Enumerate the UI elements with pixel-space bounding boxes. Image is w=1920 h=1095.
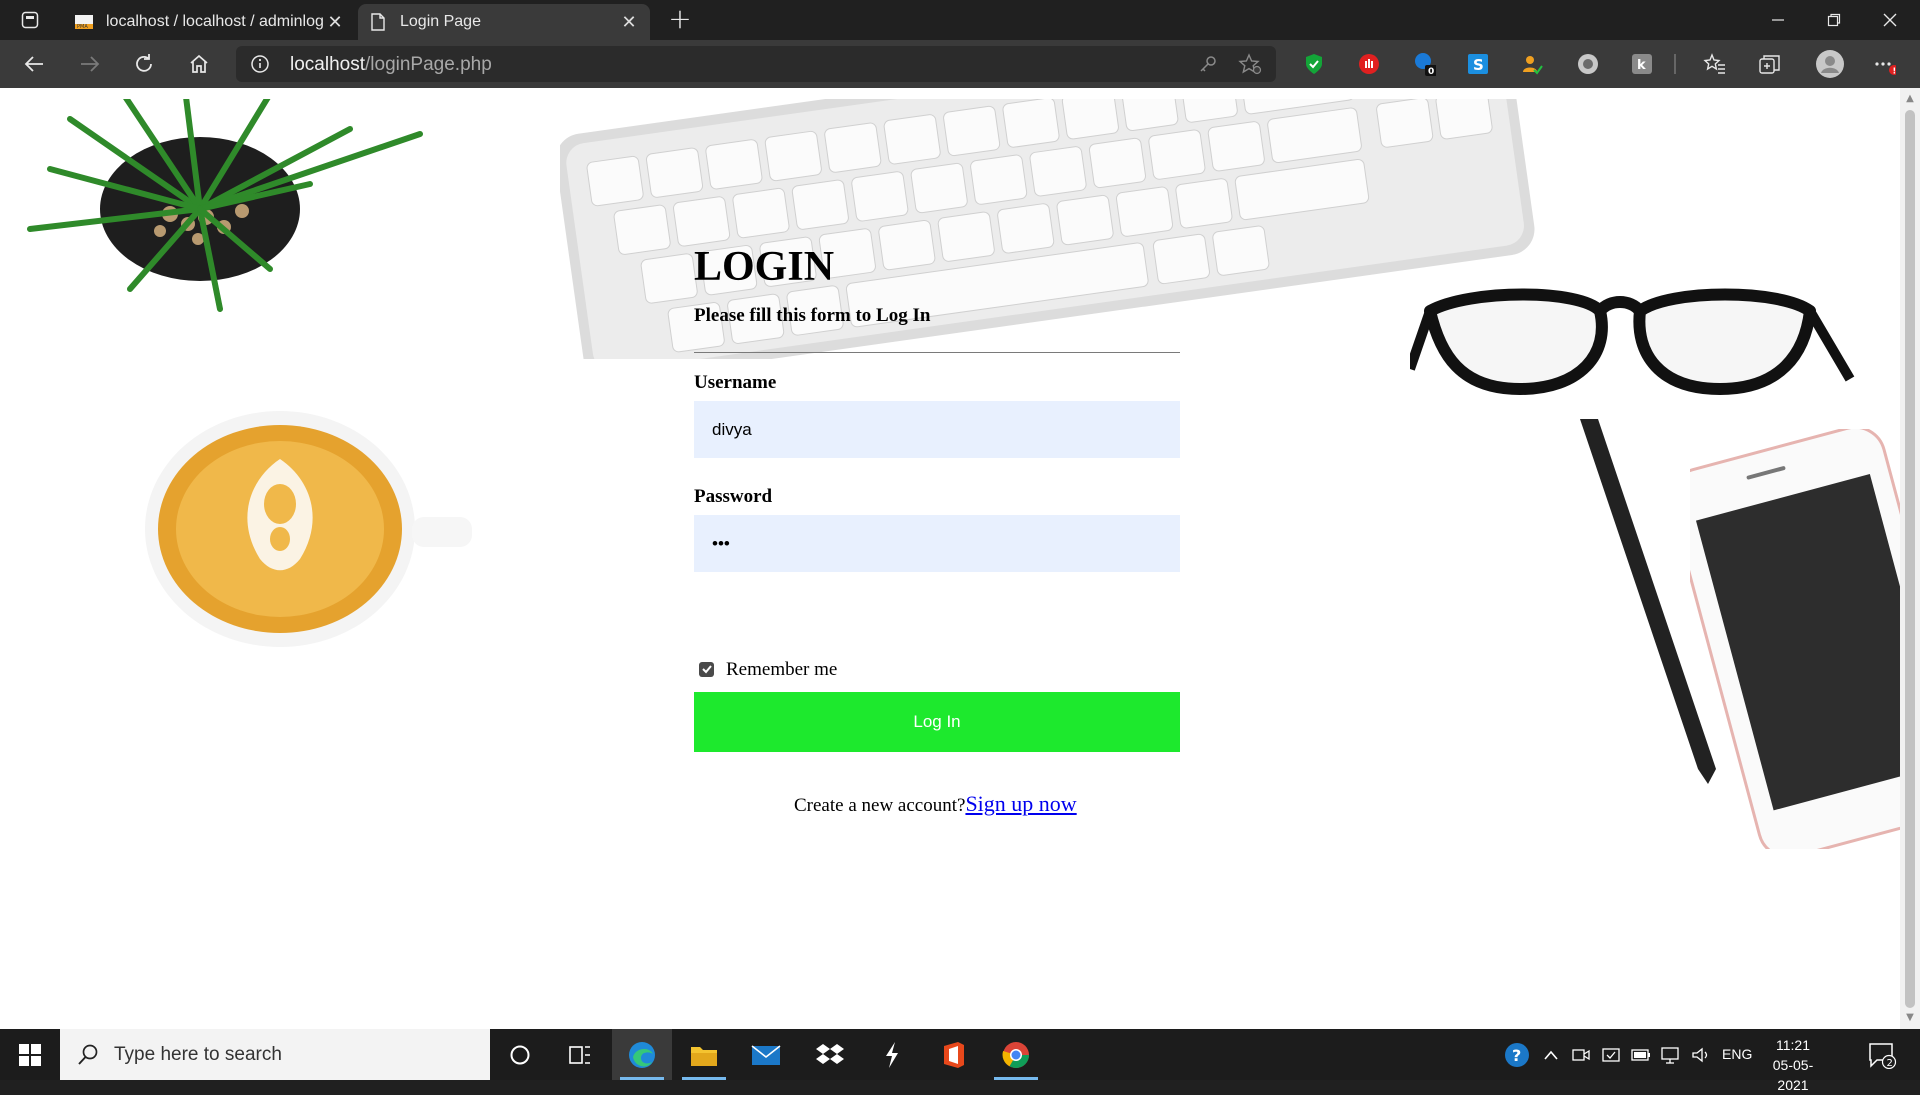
network-icon[interactable] xyxy=(1658,1029,1684,1080)
close-tab-icon[interactable]: ✕ xyxy=(618,11,640,33)
language-indicator[interactable]: ENG xyxy=(1722,1046,1752,1062)
svg-text:S: S xyxy=(1473,56,1484,74)
refresh-icon[interactable] xyxy=(126,46,162,82)
tab-title: localhost / localhost / adminlogi xyxy=(106,13,324,30)
battery-icon[interactable] xyxy=(1628,1029,1654,1080)
taskbar-search-box[interactable]: Type here to search xyxy=(60,1029,490,1080)
extension-badge-count: 0 xyxy=(1428,67,1434,77)
windows-start-icon[interactable] xyxy=(0,1029,60,1080)
remember-me-checkbox[interactable] xyxy=(699,661,714,677)
security-tray-icon[interactable] xyxy=(1598,1029,1624,1080)
plant-image xyxy=(27,99,423,312)
edge-taskbar-icon[interactable] xyxy=(612,1029,672,1080)
page-title: LOGIN xyxy=(694,244,835,290)
user-extension-icon[interactable] xyxy=(1520,52,1544,76)
minimize-icon[interactable] xyxy=(1750,0,1806,40)
site-info-icon[interactable] xyxy=(250,54,270,74)
tab-admin-login[interactable]: PMA localhost / localhost / adminlogi ✕ xyxy=(64,4,356,40)
password-input[interactable] xyxy=(694,515,1180,572)
forward-icon[interactable] xyxy=(72,46,108,82)
search-icon xyxy=(78,1044,98,1065)
tab-actions-icon[interactable] xyxy=(10,6,50,34)
close-window-icon[interactable] xyxy=(1862,0,1918,40)
action-center-icon[interactable]: 2 xyxy=(1860,1029,1904,1080)
page-top-margin xyxy=(0,88,1900,99)
password-label: Password xyxy=(694,486,773,507)
url-text: localhost/loginPage.php xyxy=(290,54,492,76)
signup-link[interactable]: Sign up now xyxy=(965,791,1076,816)
remember-me-label: Remember me xyxy=(726,659,838,680)
scroll-down-icon[interactable]: ▼ xyxy=(1905,1013,1915,1023)
form-divider xyxy=(694,352,1180,353)
k-extension-icon[interactable]: k xyxy=(1630,52,1654,76)
add-favorite-icon[interactable] xyxy=(1238,53,1262,75)
toolbar-divider xyxy=(1674,54,1676,74)
settings-more-icon[interactable]: ! xyxy=(1872,52,1896,76)
shield-extension-icon[interactable] xyxy=(1302,52,1326,76)
url-host: localhost xyxy=(290,54,365,75)
windows-taskbar: Type here to search ? ENG 11:21 05-05-20… xyxy=(0,1029,1920,1093)
tab-title: Login Page xyxy=(400,13,481,30)
s-extension-icon[interactable]: S xyxy=(1466,52,1490,76)
new-tab-icon[interactable]: + xyxy=(664,5,696,34)
clock-time: 11:21 xyxy=(1776,1037,1810,1053)
page-favicon-icon xyxy=(368,12,388,32)
tab-login-page[interactable]: Login Page ✕ xyxy=(358,4,650,40)
lightning-app-icon[interactable] xyxy=(862,1029,922,1080)
home-icon[interactable] xyxy=(181,46,217,82)
clock-date: 05-05-2021 xyxy=(1772,1057,1814,1093)
svg-text:k: k xyxy=(1637,58,1646,73)
page-subtitle: Please fill this form to Log In xyxy=(694,305,931,326)
file-explorer-icon[interactable] xyxy=(674,1029,734,1080)
coffee-cup-image xyxy=(145,411,472,647)
back-icon[interactable] xyxy=(16,46,52,82)
url-path: /loginPage.php xyxy=(365,54,492,75)
restore-icon[interactable] xyxy=(1806,0,1862,40)
mail-icon[interactable] xyxy=(736,1029,796,1080)
office-icon[interactable] xyxy=(924,1029,984,1080)
browser-tab-bar: PMA localhost / localhost / adminlogi ✕ … xyxy=(0,0,1920,40)
collections-icon[interactable] xyxy=(1758,52,1782,76)
taskbar-clock[interactable]: 11:21 05-05-2021 xyxy=(1758,1035,1828,1095)
svg-text:?: ? xyxy=(1512,1046,1521,1065)
help-tray-icon[interactable]: ? xyxy=(1500,1029,1534,1080)
username-label: Username xyxy=(694,372,777,393)
remember-me-row[interactable]: Remember me xyxy=(699,657,837,681)
svg-text:PMA: PMA xyxy=(77,24,88,30)
favorites-icon[interactable] xyxy=(1703,52,1727,76)
show-hidden-icons-icon[interactable] xyxy=(1538,1029,1564,1080)
chrome-icon[interactable] xyxy=(986,1029,1046,1080)
page-scrollbar[interactable]: ▲ ▼ xyxy=(1900,88,1920,1029)
scrollbar-thumb[interactable] xyxy=(1905,110,1915,1008)
login-button[interactable]: Log In xyxy=(694,692,1180,752)
task-view-icon[interactable] xyxy=(550,1029,610,1080)
signup-prompt: Create a new account?Sign up now xyxy=(794,791,1077,817)
phpmyadmin-favicon-icon: PMA xyxy=(74,12,94,32)
browser-toolbar: localhost/loginPage.php 0 S k ! xyxy=(0,40,1920,88)
phone-image xyxy=(1690,429,1900,849)
scroll-up-icon[interactable]: ▲ xyxy=(1905,94,1915,104)
profile-avatar-icon[interactable] xyxy=(1814,48,1846,80)
username-input[interactable] xyxy=(694,401,1180,458)
checkmark-icon xyxy=(701,665,712,674)
password-key-icon[interactable] xyxy=(1198,54,1218,74)
circle-extension-icon[interactable] xyxy=(1576,52,1600,76)
meet-now-icon[interactable] xyxy=(1568,1029,1594,1080)
search-placeholder: Type here to search xyxy=(114,1043,282,1065)
notification-count: 2 xyxy=(1887,1058,1893,1069)
address-bar[interactable]: localhost/loginPage.php xyxy=(236,46,1276,82)
volume-icon[interactable] xyxy=(1688,1029,1714,1080)
adblock-extension-icon[interactable] xyxy=(1357,52,1381,76)
svg-text:!: ! xyxy=(1893,67,1897,76)
page-left-margin xyxy=(0,88,10,1029)
signup-prompt-text: Create a new account? xyxy=(794,795,966,816)
close-tab-icon[interactable]: ✕ xyxy=(324,11,346,33)
dropbox-icon[interactable] xyxy=(800,1029,860,1080)
notification-extension-icon[interactable]: 0 xyxy=(1412,52,1436,77)
page-viewport: LOGIN Please fill this form to Log In Us… xyxy=(10,99,1900,1029)
cortana-icon[interactable] xyxy=(490,1029,550,1080)
